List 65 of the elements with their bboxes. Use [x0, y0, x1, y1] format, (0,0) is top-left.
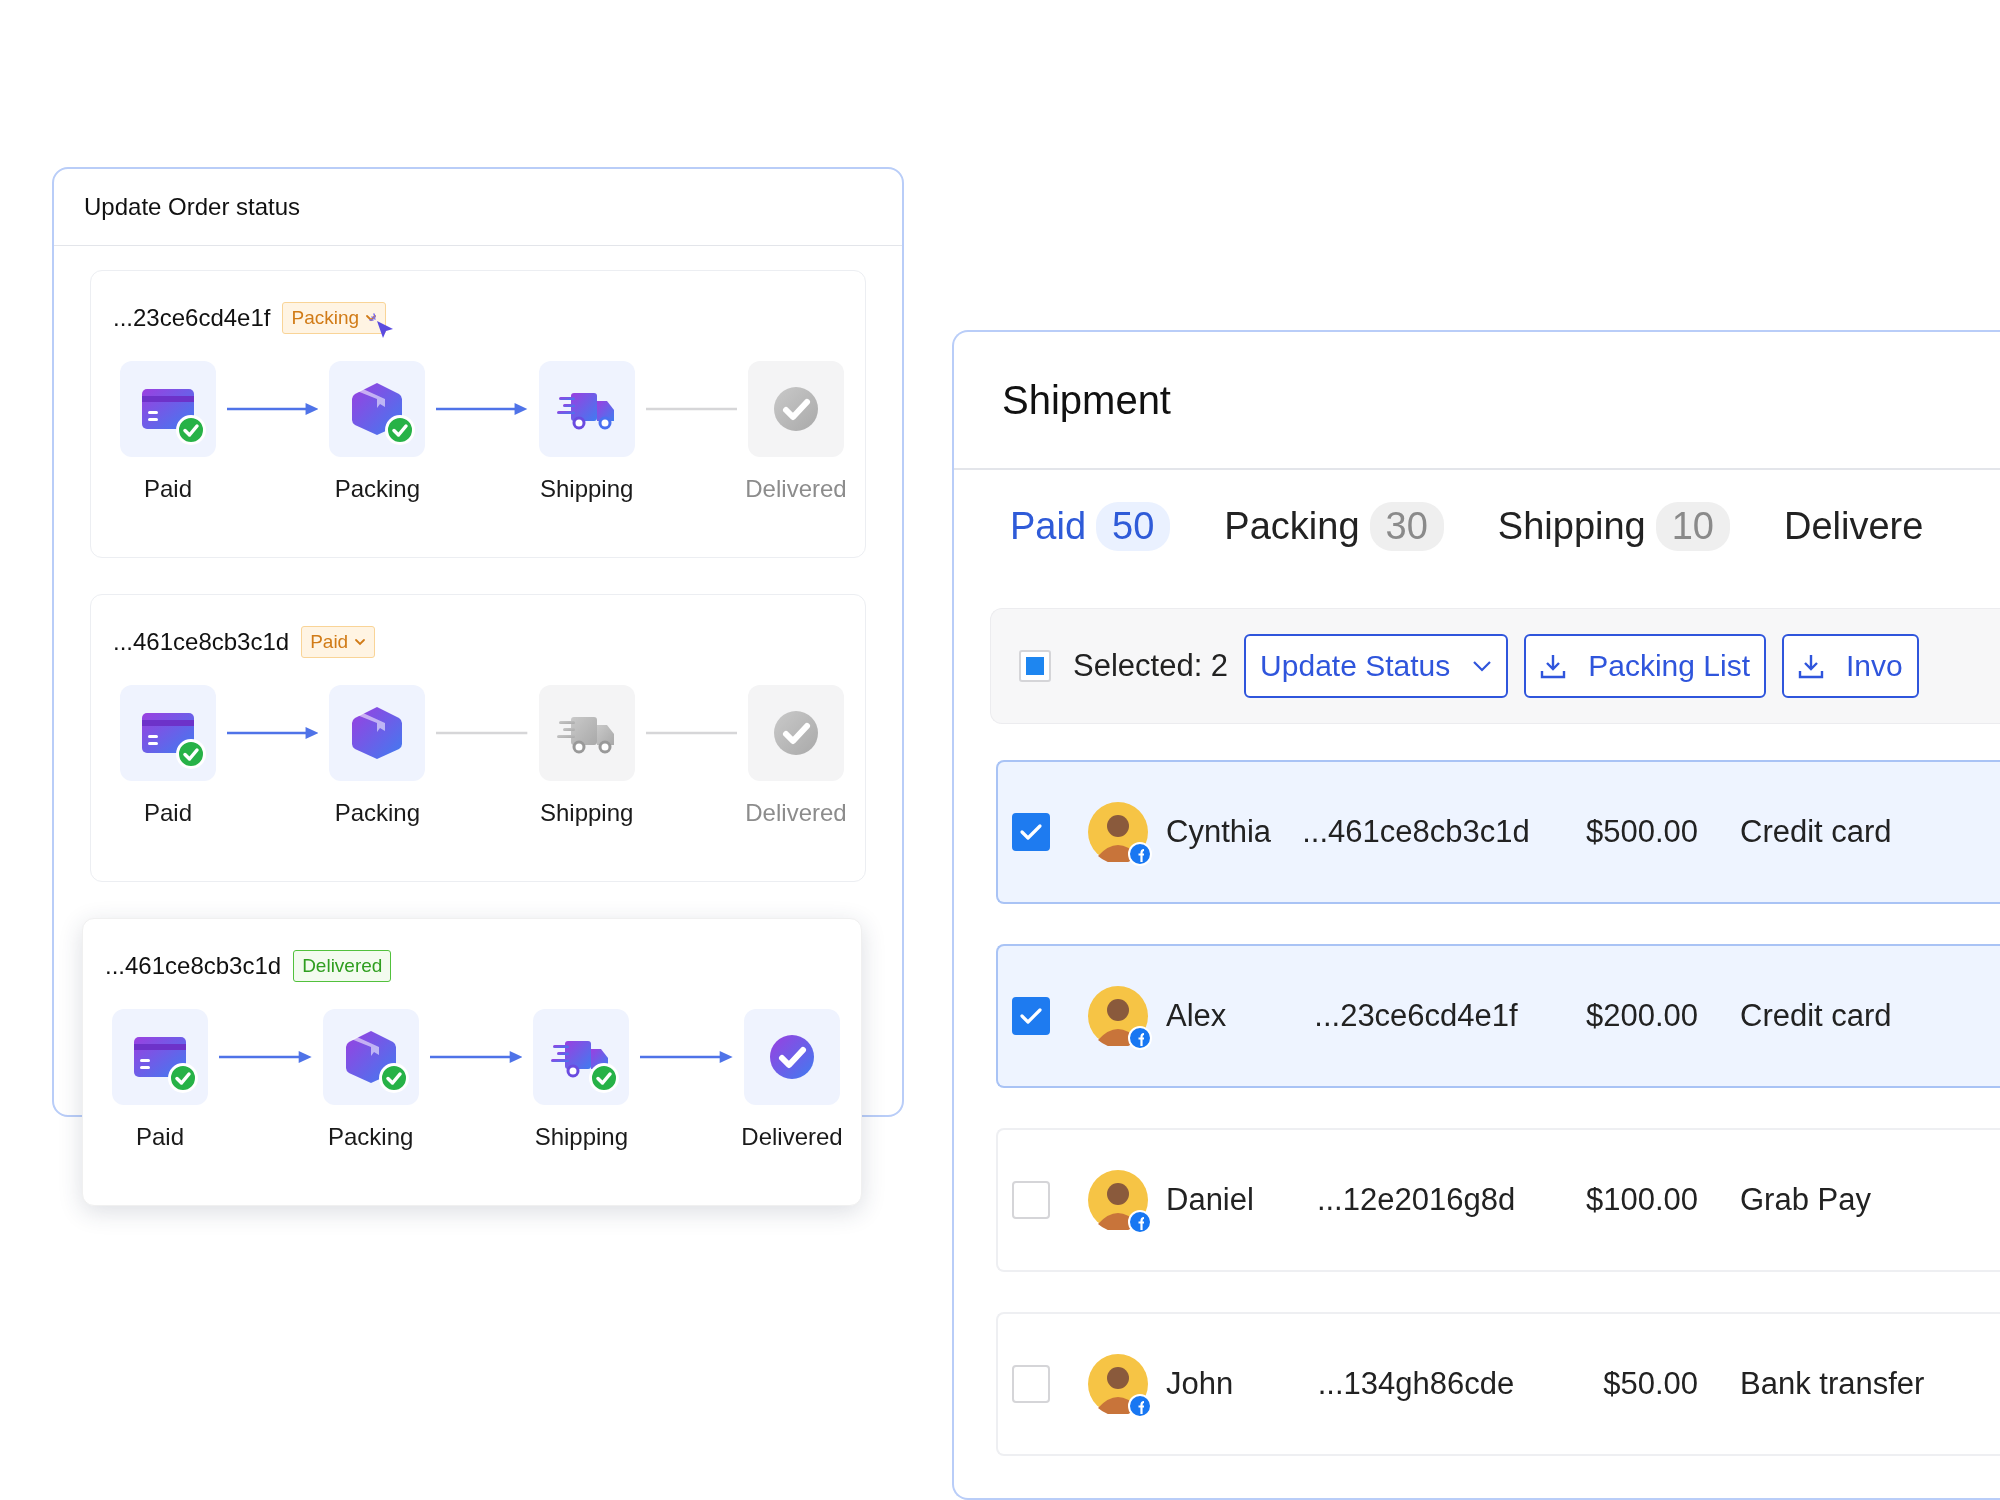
amount: $500.00 — [1584, 814, 1698, 850]
payment-method: Grab Pay — [1740, 1182, 1871, 1218]
download-button[interactable]: Invo — [1782, 634, 1919, 698]
f-badge-icon — [1128, 1394, 1152, 1418]
order-row[interactable]: Cynthia ...461ce8cb3c1d $500.00 Credit card — [996, 760, 2000, 904]
check-badge-icon — [589, 1063, 620, 1093]
order-id: ...12e2016g8d — [1315, 1182, 1517, 1218]
check-icon — [1019, 1006, 1043, 1026]
order-row[interactable]: Alex ...23ce6cd4e1f $200.00 Credit card — [996, 944, 2000, 1088]
panel-title: Shipment — [1002, 377, 1171, 423]
order-id: ...461ce8cb3c1d — [105, 952, 282, 980]
caret-icon — [1472, 660, 1493, 672]
amount: $50.00 — [1602, 1366, 1698, 1402]
customer-name: Cynthia — [1166, 814, 1273, 850]
step-label: Delivered — [745, 475, 847, 503]
customer-name: Daniel — [1166, 1182, 1255, 1218]
step-label: Packing — [327, 1123, 414, 1151]
step-label: Paid — [143, 475, 192, 503]
check-badge-icon — [168, 1063, 198, 1093]
check-badge-icon — [385, 415, 416, 445]
check-badge-icon — [378, 1063, 409, 1093]
payment-method: Credit card — [1740, 998, 1892, 1034]
dropdown-button[interactable]: Update Status — [1244, 634, 1509, 698]
step-label: Delivered — [745, 799, 847, 827]
step-label: Packing — [334, 799, 420, 827]
step-label: Paid — [143, 799, 192, 827]
step-label: Paid — [135, 1123, 184, 1151]
check-icon — [1019, 822, 1043, 842]
order-id: ...461ce8cb3c1d — [113, 628, 290, 656]
step-label: Packing — [334, 475, 420, 503]
row-checkbox[interactable] — [1012, 997, 1050, 1035]
payment-method: Bank transfer — [1740, 1366, 1925, 1402]
caret-icon — [365, 314, 378, 322]
status-tab[interactable]: Paid 50 — [1010, 501, 1171, 551]
amount: $200.00 — [1584, 998, 1698, 1034]
customer-name: Alex — [1166, 998, 1228, 1034]
panel-title: Update Order status — [84, 193, 301, 221]
check-badge-icon — [176, 415, 206, 445]
select-all-checkbox[interactable] — [1019, 650, 1051, 682]
step-label: Shipping — [539, 799, 634, 827]
order-id: ...23ce6cd4e1f — [1313, 998, 1519, 1034]
f-badge-icon — [1128, 1026, 1152, 1050]
f-badge-icon — [1128, 842, 1152, 866]
download-button[interactable]: Packing List — [1524, 634, 1766, 698]
order-id: ...23ce6cd4e1f — [113, 304, 271, 332]
caret-icon — [354, 638, 367, 646]
step-label: Shipping — [534, 1123, 629, 1151]
order-id: ...461ce8cb3c1d — [1301, 814, 1531, 850]
f-badge-icon — [1128, 1210, 1152, 1234]
download-icon — [1798, 653, 1824, 679]
status-tab[interactable]: Shipping 10 — [1497, 501, 1730, 551]
step-label: Shipping — [539, 475, 634, 503]
payment-method: Credit card — [1740, 814, 1892, 850]
order-row[interactable]: John ...134gh86cde $50.00 Bank transfer — [996, 1312, 2000, 1456]
order-id: ...134gh86cde — [1316, 1366, 1516, 1402]
order-row[interactable]: Daniel ...12e2016g8d $100.00 Grab Pay — [996, 1128, 2000, 1272]
step-label: Delivered — [741, 1123, 843, 1151]
download-icon — [1540, 653, 1567, 679]
row-checkbox[interactable] — [1012, 813, 1050, 851]
selected-count: Selected: 2 — [1073, 648, 1229, 684]
amount: $100.00 — [1584, 1182, 1698, 1218]
status-tab[interactable]: Packing 30 — [1224, 501, 1444, 551]
status-tab[interactable]: Delivere — [1784, 504, 1924, 548]
check-badge-icon — [176, 739, 206, 769]
customer-name: John — [1166, 1366, 1235, 1402]
